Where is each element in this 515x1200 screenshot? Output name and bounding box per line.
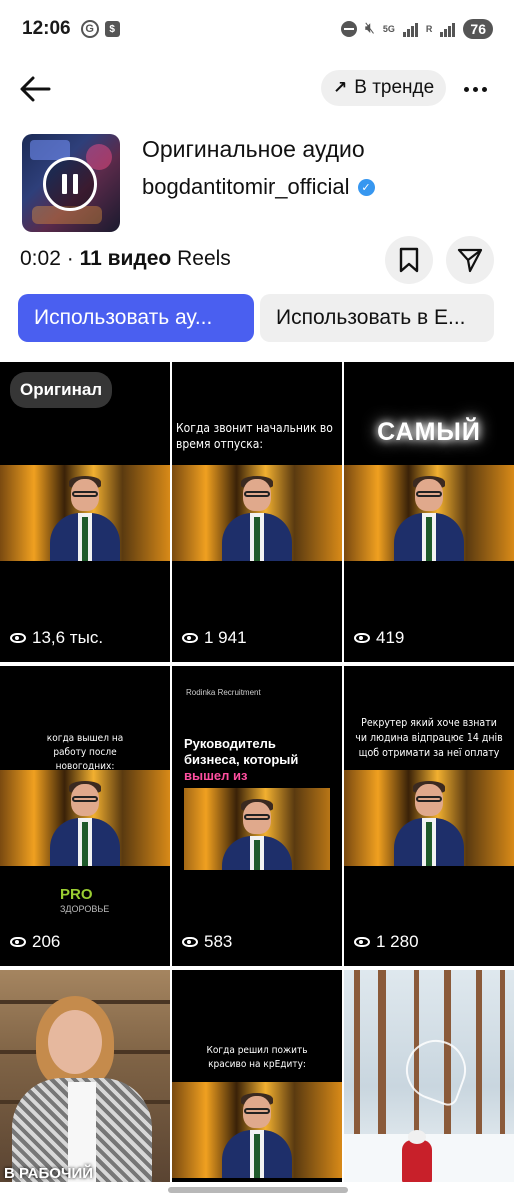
reel-thumbnail [0,770,170,866]
save-audio-button[interactable] [385,236,433,284]
use-audio-button[interactable]: Использовать ау... [18,294,254,342]
view-count: 419 [354,628,404,648]
mute-icon: 🔇︎ [364,20,375,37]
reel-thumbnail [397,1031,475,1109]
audio-cover-play-pause[interactable] [22,134,120,232]
pause-icon [43,157,97,211]
eye-icon [354,937,370,947]
logo-sub-text: ЗДОРОВЬЕ [60,904,110,914]
share-audio-button[interactable] [446,236,494,284]
status-bar: 12:06 G $ 🔇︎ 5G R 76 [0,0,515,58]
brand-label: Rodinka Recruitment [186,688,261,697]
eye-icon [182,937,198,947]
reel-tile[interactable] [344,970,514,1182]
signal-icon-2 [440,22,456,37]
reel-tile[interactable]: Когда звонит начальник во время отпуска:… [172,362,342,662]
logo-main-text: PRO [60,886,93,903]
status-time: 12:06 [22,18,71,39]
top-header: ↗ В тренде [0,68,515,110]
reel-caption: Руководитель бизнеса, который вышел из о… [184,736,330,799]
reel-caption: Рекрутер який хоче взнати чи людина відп… [355,717,503,759]
audio-title: Оригинальное аудио [142,136,365,162]
reel-thumbnail [0,465,170,561]
reel-tile[interactable]: В РАБОЧИЙ [0,970,170,1182]
shopping-bag-icon: $ [104,21,120,37]
reel-thumbnail [344,465,514,561]
more-options-button[interactable] [460,74,490,104]
reel-tile[interactable]: Рекрутер який хоче взнати чи людина відп… [344,666,514,966]
network-5g-label: 5G [382,23,395,34]
view-count-value: 206 [32,932,61,951]
use-in-edits-button[interactable]: Использовать в E... [260,294,494,342]
status-notification-icons: G $ [80,20,120,38]
view-count-value: 583 [204,932,233,951]
reel-thumbnail [172,1082,342,1178]
view-count-value: 1 280 [376,932,419,951]
trending-label: В тренде [354,77,435,98]
view-count: 1 280 [354,932,419,952]
arrow-up-right-icon: ↗ [333,78,348,97]
bookmark-icon [399,247,419,273]
eye-icon [10,633,26,643]
do-not-disturb-icon [340,21,357,37]
view-count: 206 [10,932,60,952]
view-count-value: 1 941 [204,628,247,647]
view-count: 13,6 тыс. [10,628,103,648]
reels-grid: Оригинал 13,6 тыс. Когда звонит начальни… [0,362,515,1182]
caption-line-1: Руководитель [184,736,276,751]
verified-badge-icon: ✓ [357,178,375,196]
original-badge: Оригинал [10,372,113,408]
reel-caption: когда вышел на работу после новогодних: [46,733,124,772]
status-system-icons: 🔇︎ 5G R 76 [340,19,493,39]
reel-tile[interactable]: САМЫЙ 419 [344,362,514,662]
battery-indicator: 76 [463,19,493,39]
google-icon: G [80,20,99,38]
meta-separator: · [66,247,74,270]
reels-label: Reels [177,247,231,270]
audio-author-link[interactable]: bogdantitomir_official ✓ [142,174,375,200]
reel-caption: Когда решил пожить красиво на крЕдиту: [206,1045,308,1070]
eye-icon [10,937,26,947]
reel-thumbnail [172,465,342,561]
view-count-value: 419 [376,628,405,647]
arrow-left-icon [20,76,51,102]
reel-tile[interactable]: Rodinka Recruitment Руководитель бизнеса… [172,666,342,966]
reel-caption: Когда звонит начальник во время отпуска: [176,421,333,451]
signal-icon [402,22,418,37]
reel-tile[interactable]: когда вышел на работу после новогодних: … [0,666,170,966]
reel-tile[interactable]: Когда решил пожить красиво на крЕдиту: [172,970,342,1182]
more-horizontal-icon [463,86,469,92]
eye-icon [182,633,198,643]
video-count: 11 видео [79,247,172,270]
author-username: bogdantitomir_official [142,174,350,199]
audio-duration: 0:02 [20,247,61,270]
pro-zdorovie-logo: PRO ЗДОРОВЬЕ [60,886,109,914]
roaming-label: R [425,23,433,34]
caption-line-2: бизнеса, который [184,752,299,767]
send-icon [457,248,483,273]
reel-thumbnail [184,788,330,870]
trending-button[interactable]: ↗ В тренде [321,70,447,106]
audio-meta: 0:02 · 11 видео Reels [20,247,231,271]
reel-caption: САМЫЙ [377,418,481,446]
view-count: 1 941 [182,628,247,648]
reel-tile[interactable]: Оригинал 13,6 тыс. [0,362,170,662]
reel-thumbnail [344,770,514,866]
back-button[interactable] [18,74,52,104]
home-indicator[interactable] [168,1187,348,1193]
eye-icon [354,633,370,643]
view-count: 583 [182,932,232,952]
reel-caption: В РАБОЧИЙ [4,1165,94,1182]
view-count-value: 13,6 тыс. [32,628,104,647]
